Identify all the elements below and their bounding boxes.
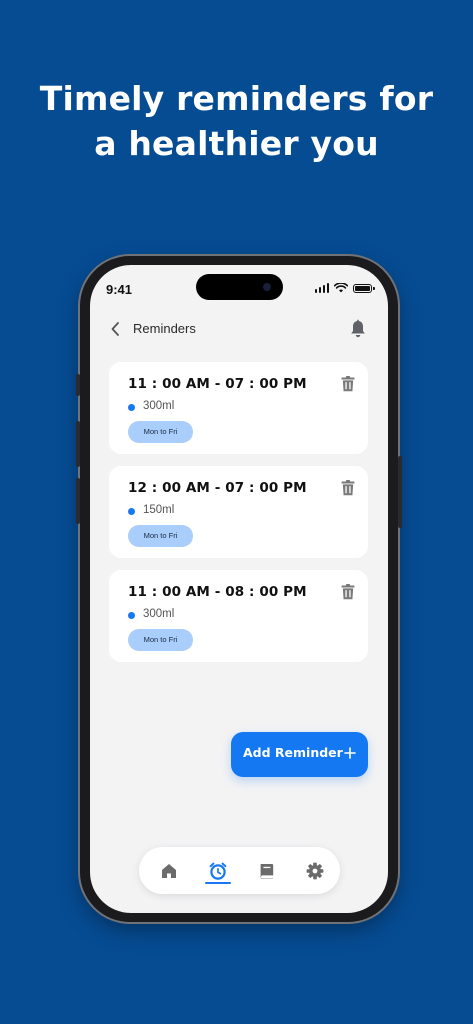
power-button (398, 456, 402, 528)
volume-down-button (76, 478, 80, 524)
add-reminder-button[interactable]: Add Reminder (231, 732, 368, 777)
bottom-nav (139, 847, 340, 894)
days-chip[interactable]: Mon to Fri (128, 421, 193, 443)
mute-switch (76, 374, 80, 396)
reminder-card[interactable]: 11 : 00 AM - 07 : 00 PM 300ml Mon to Fri (109, 362, 368, 454)
reminder-time-range: 11 : 00 AM - 07 : 00 PM (128, 376, 307, 392)
trash-icon[interactable] (341, 376, 355, 392)
reminder-amount: 300ml (143, 400, 175, 412)
status-time: 9:41 (106, 282, 133, 297)
reminder-time-range: 11 : 00 AM - 08 : 00 PM (128, 584, 307, 600)
status-dot (128, 508, 135, 515)
status-icons (314, 283, 375, 293)
headline: Timely reminders for a healthier you (0, 76, 473, 166)
headline-line-1: Timely reminders for (39, 79, 434, 118)
volume-up-button (76, 421, 80, 467)
page-title: Reminders (133, 321, 196, 336)
headline-line-2: a healthier you (94, 124, 379, 163)
bell-icon[interactable] (349, 319, 367, 339)
plus-icon (344, 747, 356, 759)
alarm-clock-icon[interactable] (207, 860, 229, 882)
phone-frame: 9:41 Reminders 11: 00 AM - 07: 00 PM 3… (76, 256, 402, 922)
reminder-card[interactable]: 12 : 00 AM - 07 : 00 PM 150ml Mon to Fri (109, 466, 368, 558)
promo-page: Timely reminders for a healthier you 9:4… (0, 0, 473, 1024)
trash-icon[interactable] (341, 584, 355, 600)
status-dot (128, 404, 135, 411)
chevron-left-icon[interactable] (110, 321, 120, 337)
battery-icon (353, 283, 375, 293)
add-reminder-label: Add Reminder (243, 745, 343, 760)
reminder-time-range: 12 : 00 AM - 07 : 00 PM (128, 480, 307, 496)
book-icon[interactable] (256, 860, 278, 882)
active-tab-indicator (205, 882, 231, 884)
reminder-card[interactable]: 11 : 00 AM - 08 : 00 PM 300ml Mon to Fri (109, 570, 368, 662)
days-chip[interactable]: Mon to Fri (128, 629, 193, 651)
wifi-icon (334, 283, 348, 293)
home-icon[interactable] (158, 860, 180, 882)
cellular-signal-icon (314, 283, 329, 293)
camera-icon (263, 283, 271, 291)
app-screen: 9:41 Reminders 11: 00 AM - 07: 00 PM 3… (90, 265, 388, 913)
trash-icon[interactable] (341, 480, 355, 496)
reminder-amount: 300ml (143, 608, 175, 620)
status-dot (128, 612, 135, 619)
top-bar: Reminders (90, 317, 388, 343)
dynamic-island (196, 274, 283, 300)
gear-icon[interactable] (304, 860, 326, 882)
reminder-amount: 150ml (143, 504, 175, 516)
days-chip[interactable]: Mon to Fri (128, 525, 193, 547)
